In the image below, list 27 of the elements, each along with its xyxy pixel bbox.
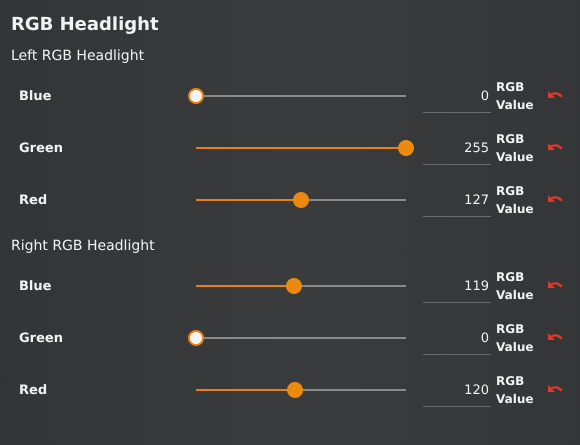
- value-field[interactable]: 120: [423, 373, 491, 407]
- channel-label: Red: [18, 382, 48, 398]
- slider-thumb[interactable]: [286, 278, 302, 294]
- channel-label: Blue: [18, 278, 52, 294]
- unit-label: RGB Value: [496, 79, 535, 114]
- value-field[interactable]: 255: [423, 131, 491, 165]
- value-field[interactable]: 0: [423, 321, 491, 355]
- slider-thumb[interactable]: [286, 382, 303, 398]
- slider-thumb[interactable]: [188, 330, 204, 346]
- channel-label: Green: [18, 140, 64, 156]
- unit-label: RGB Value: [496, 131, 535, 166]
- slider-thumb[interactable]: [188, 88, 204, 104]
- value-field[interactable]: 119: [423, 269, 491, 303]
- slider-thumb[interactable]: [292, 192, 309, 208]
- slider-thumb[interactable]: [398, 140, 414, 156]
- unit-label: RGB Value: [496, 321, 535, 356]
- panel-title: RGB Headlight: [11, 13, 160, 37]
- section-heading: Left RGB Headlight: [11, 47, 146, 66]
- unit-label: RGB Value: [496, 183, 535, 218]
- section-heading: Right RGB Headlight: [11, 237, 156, 256]
- value-field[interactable]: 0: [423, 79, 491, 113]
- unit-label: RGB Value: [496, 269, 535, 304]
- channel-label: Blue: [18, 88, 52, 104]
- channel-label: Red: [18, 192, 48, 208]
- channel-label: Green: [18, 330, 64, 346]
- value-field[interactable]: 127: [423, 183, 491, 217]
- unit-label: RGB Value: [496, 373, 535, 408]
